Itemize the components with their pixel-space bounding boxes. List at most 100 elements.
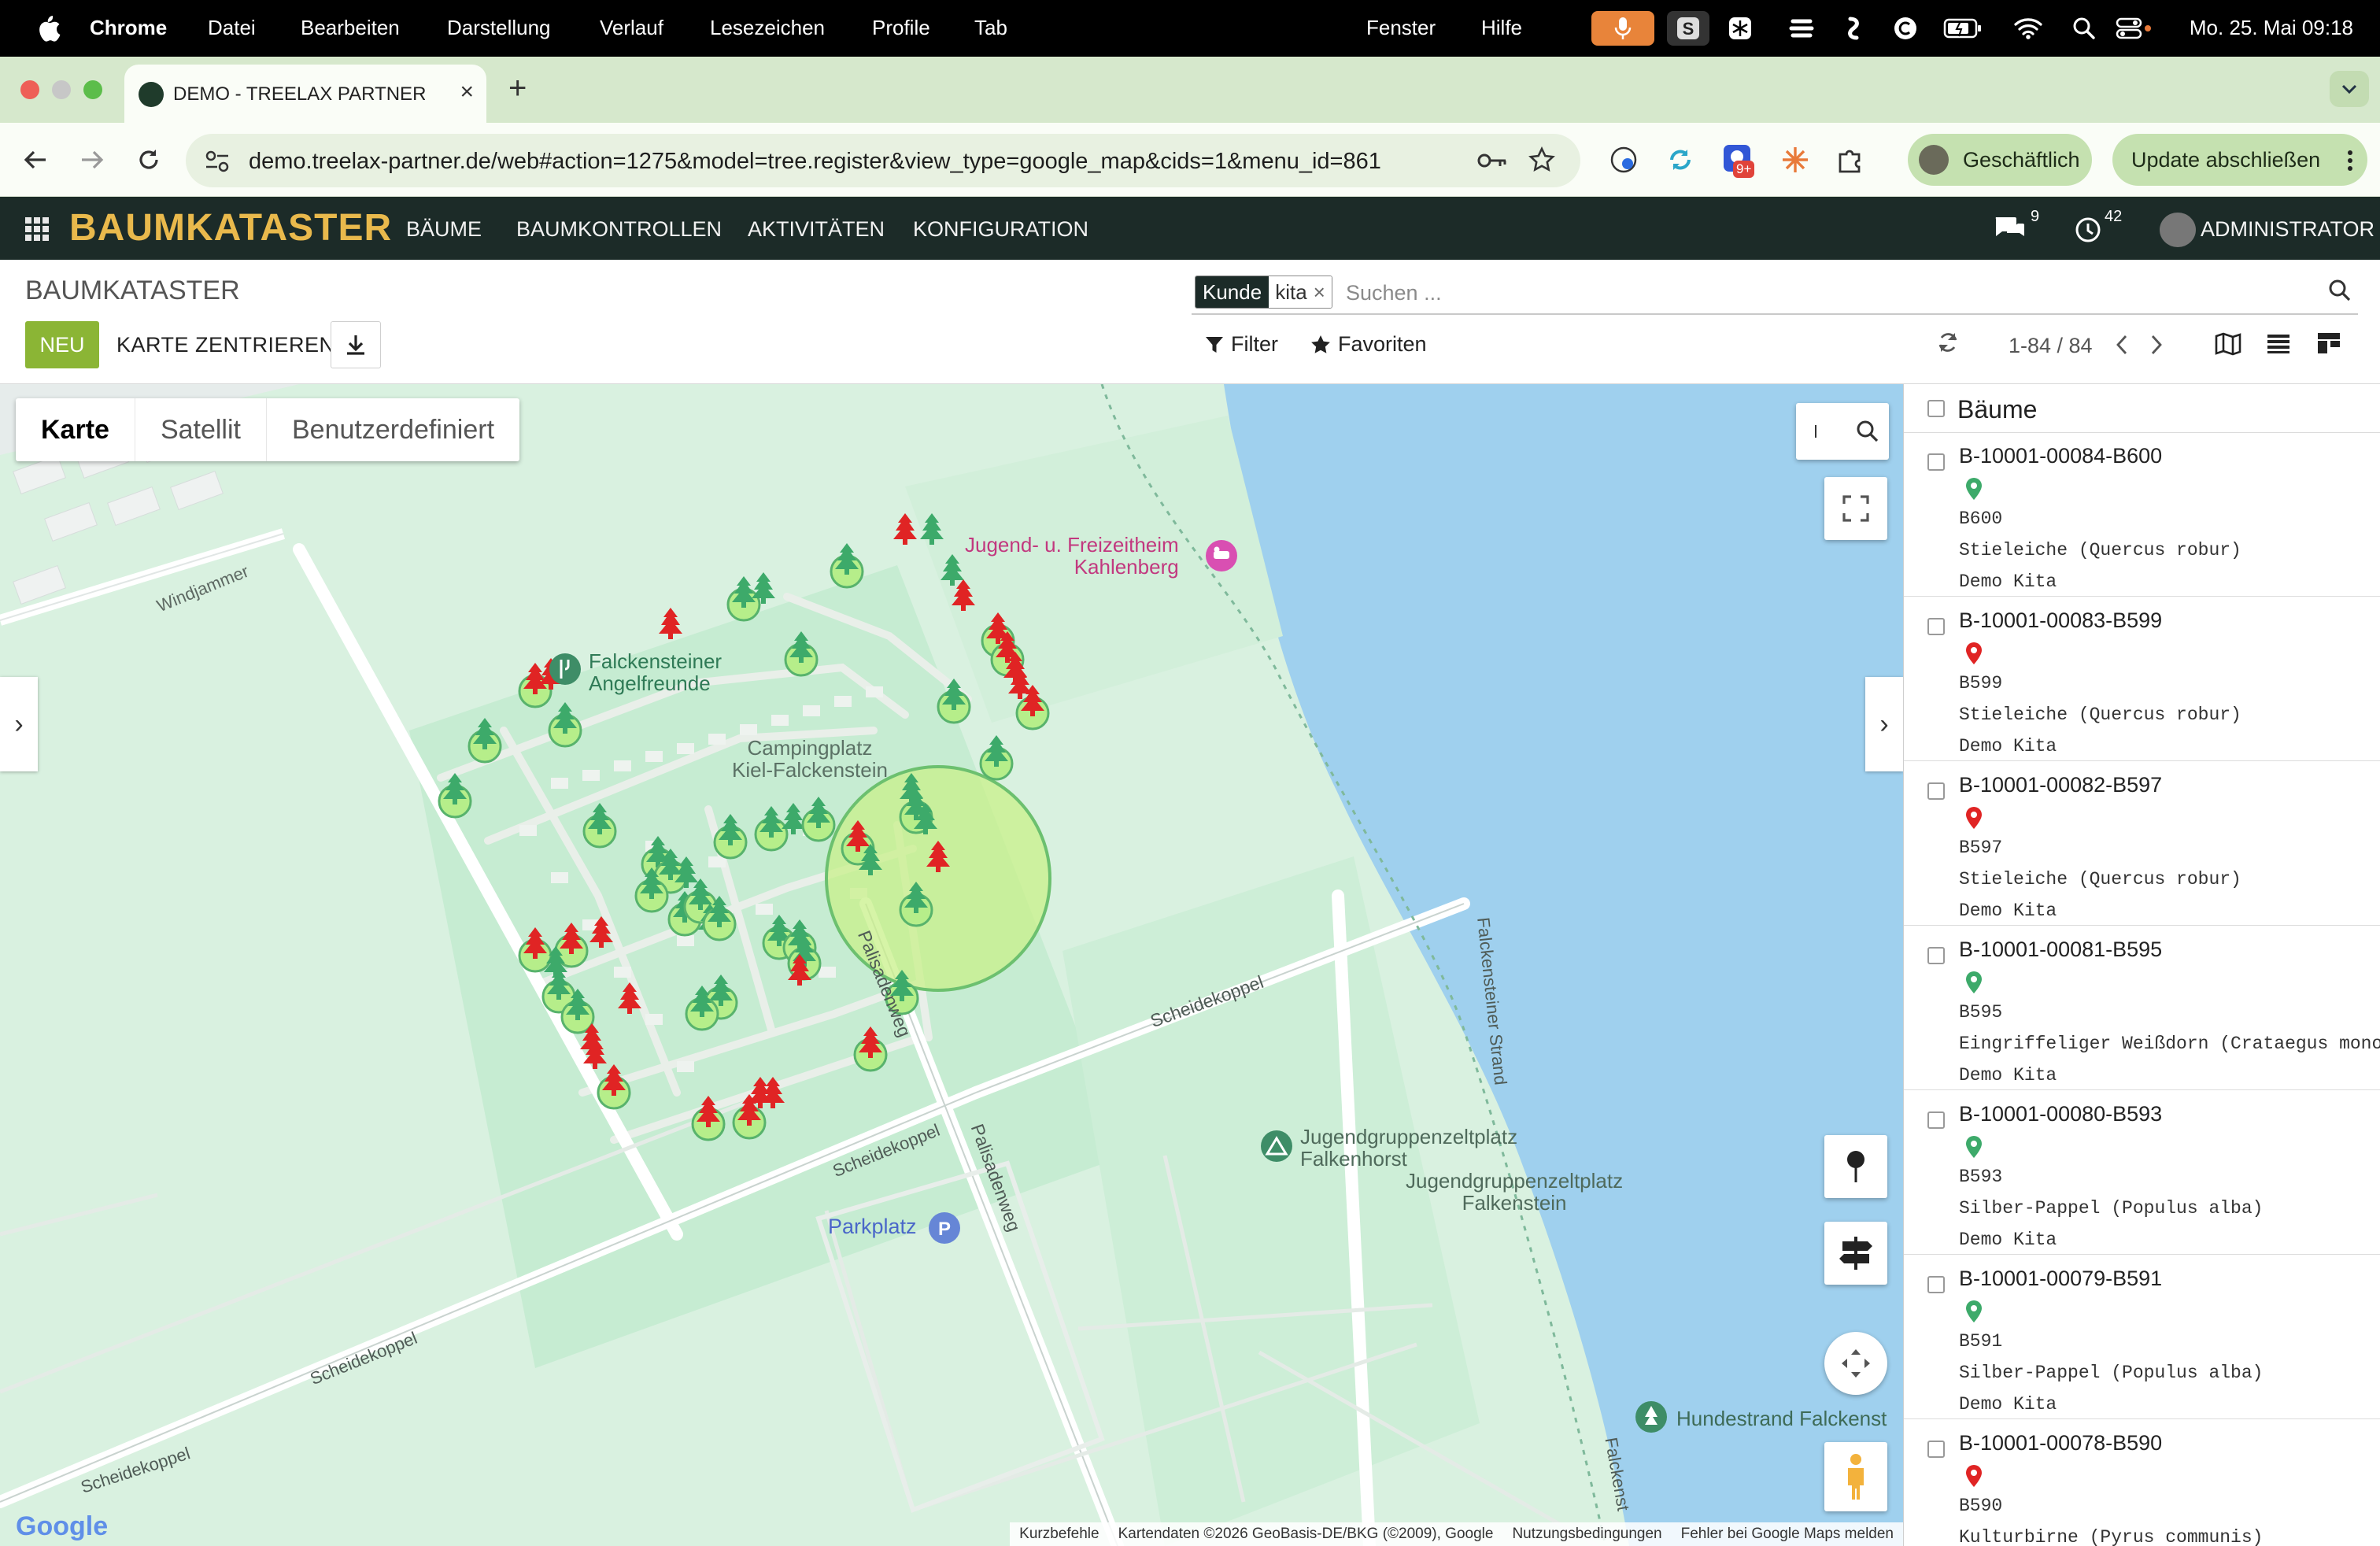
nav-item-aktivitaeten[interactable]: AKTIVITÄTEN [748, 217, 885, 242]
tree-record[interactable]: B-10001-00084-B600 B600 Stieleiche (Quercu… [1904, 433, 2380, 597]
copyright-app-icon[interactable] [1889, 11, 1922, 46]
menu-bearbeiten[interactable]: Bearbeiten [301, 16, 400, 40]
record-checkbox[interactable] [1927, 453, 1945, 471]
refresh-icon[interactable] [1936, 331, 1960, 354]
new-tab-icon[interactable]: + [508, 71, 527, 106]
extensions-puzzle-icon[interactable] [1835, 145, 1865, 175]
user-menu[interactable]: ADMINISTRATOR [2201, 217, 2374, 242]
select-all-checkbox[interactable] [1927, 400, 1945, 417]
record-checkbox[interactable] [1927, 1441, 1945, 1458]
map-search-icon[interactable] [1856, 420, 1879, 443]
clock[interactable]: Mo. 25. Mai 09:18 [2190, 16, 2353, 40]
attribution-report[interactable]: Fehler bei Google Maps melden [1672, 1526, 1903, 1543]
download-button[interactable] [331, 321, 381, 368]
menu-darstellung[interactable]: Darstellung [447, 16, 551, 40]
favorites-button[interactable]: Favoriten [1310, 332, 1427, 357]
tree-record[interactable]: B-10001-00080-B593 B593 Silber-Pappel (Pop… [1904, 1091, 2380, 1255]
center-map-button[interactable]: KARTE ZENTRIEREN [107, 321, 345, 368]
tab-close-icon[interactable]: × [460, 79, 474, 105]
pager-value[interactable]: 1-84 / 84 [2009, 334, 2093, 358]
tree-record[interactable]: B-10001-00082-B597 B597 Stieleiche (Quercu… [1904, 762, 2380, 926]
pager-previous-icon[interactable] [2114, 334, 2130, 356]
control-center-icon[interactable] [2112, 11, 2156, 46]
back-arrow-icon[interactable] [22, 146, 49, 173]
starburst-extension-icon[interactable] [1780, 145, 1810, 175]
attribution-terms[interactable]: Nutzungsbedingungen [1502, 1526, 1671, 1543]
kanban-view-icon[interactable] [2317, 332, 2341, 354]
search-input[interactable] [1346, 277, 2306, 309]
app-grid-icon[interactable] [25, 217, 49, 241]
menu-profile[interactable]: Profile [872, 16, 930, 40]
attribution-shortcuts[interactable]: Kurzbefehle [1010, 1526, 1108, 1543]
facet-remove-icon[interactable]: × [1313, 276, 1332, 308]
directions-sign-button[interactable] [1824, 1222, 1887, 1285]
messages-icon[interactable] [1993, 214, 2027, 244]
reload-icon[interactable] [135, 146, 162, 173]
menu-fenster[interactable]: Fenster [1366, 16, 1436, 40]
parking-poi-icon[interactable]: P [929, 1212, 960, 1244]
window-zoom-button[interactable] [83, 80, 102, 99]
map-type-karte[interactable]: Karte [16, 398, 135, 461]
google-map[interactable]: P Jugend- u. Freizeitheim Kahlenberg Fal… [0, 384, 1903, 1546]
menu-tab[interactable]: Tab [974, 16, 1007, 40]
pager-next-icon[interactable] [2149, 334, 2164, 356]
map-view-icon[interactable] [2215, 332, 2241, 356]
window-minimize-button[interactable] [52, 80, 71, 99]
record-checkbox[interactable] [1927, 782, 1945, 800]
tree-record[interactable]: B-10001-00083-B599 B599 Stieleiche (Quercu… [1904, 597, 2380, 761]
key-icon[interactable] [1476, 150, 1508, 172]
bookmark-star-icon[interactable] [1528, 146, 1555, 173]
extension-badge-icon[interactable]: 9+ [1722, 143, 1755, 178]
tree-record[interactable]: B-10001-00078-B590 B590 Kulturbirne (Pyrus… [1904, 1420, 2380, 1546]
campsite-poi-icon[interactable] [1261, 1130, 1292, 1162]
address-bar[interactable]: demo.treelax-partner.de/web#action=1275&… [186, 134, 1580, 187]
new-button[interactable]: NEU [25, 321, 99, 368]
password-manager-icon[interactable] [1609, 145, 1639, 175]
right-panel-toggle-chevron-icon[interactable]: › [1865, 677, 1903, 771]
s-app-icon[interactable]: S [1667, 11, 1709, 46]
profile-button[interactable]: Geschäftlich [1908, 134, 2092, 186]
map-type-custom[interactable]: Benutzerdefiniert [267, 398, 519, 461]
update-button[interactable]: Update abschließen [2112, 134, 2367, 186]
window-close-button[interactable] [20, 80, 39, 99]
menu-datei[interactable]: Datei [208, 16, 256, 40]
left-panel-toggle-chevron-icon[interactable]: › [0, 677, 38, 771]
browser-tab-active[interactable]: DEMO - TREELAX PARTNER - × [124, 65, 486, 123]
app-brand[interactable]: BAUMKATASTER [69, 206, 392, 250]
tab-search-chevron-icon[interactable] [2330, 71, 2369, 107]
record-checkbox[interactable] [1927, 618, 1945, 635]
sync-app-icon[interactable] [1839, 11, 1872, 46]
microphone-icon[interactable] [1591, 11, 1654, 46]
sync-extension-icon[interactable] [1665, 145, 1695, 175]
anglers-poi-icon[interactable] [549, 653, 581, 685]
wifi-icon[interactable] [2010, 11, 2046, 46]
menu-verlauf[interactable]: Verlauf [600, 16, 663, 40]
list-view-icon[interactable] [2267, 334, 2290, 354]
map-pin-button[interactable] [1824, 1135, 1887, 1198]
youth-center-poi-icon[interactable] [1206, 540, 1237, 571]
tree-record[interactable]: B-10001-00079-B591 B591 Silber-Pappel (Pop… [1904, 1256, 2380, 1419]
record-checkbox[interactable] [1927, 947, 1945, 964]
nav-item-konfiguration[interactable]: KONFIGURATION [913, 217, 1088, 242]
stack-icon[interactable] [1785, 11, 1818, 46]
beach-poi-icon[interactable] [1635, 1401, 1667, 1433]
record-checkbox[interactable] [1927, 1276, 1945, 1293]
spotlight-search-icon[interactable] [2068, 11, 2100, 46]
menu-hilfe[interactable]: Hilfe [1481, 16, 1522, 40]
street-view-pegman[interactable] [1824, 1442, 1887, 1511]
menu-lesezeichen[interactable]: Lesezeichen [710, 16, 825, 40]
record-checkbox[interactable] [1927, 1111, 1945, 1129]
map-pan-control[interactable] [1824, 1332, 1887, 1395]
forward-arrow-icon[interactable] [79, 146, 105, 173]
map-type-satellit[interactable]: Satellit [135, 398, 267, 461]
nav-item-baeume[interactable]: BÄUME [406, 217, 482, 242]
nav-item-baumkontrollen[interactable]: BAUMKONTROLLEN [516, 217, 722, 242]
filter-button[interactable]: Filter [1204, 332, 1278, 357]
activity-clock-icon[interactable] [2075, 216, 2103, 244]
search-icon[interactable] [2328, 279, 2352, 302]
apple-icon[interactable] [35, 14, 61, 43]
menu-app-chrome[interactable]: Chrome [90, 16, 167, 40]
user-avatar[interactable] [2160, 213, 2196, 247]
tree-record[interactable]: B-10001-00081-B595 B595 Eingriffeliger Wei… [1904, 926, 2380, 1090]
map-search-control[interactable] [1796, 403, 1889, 460]
